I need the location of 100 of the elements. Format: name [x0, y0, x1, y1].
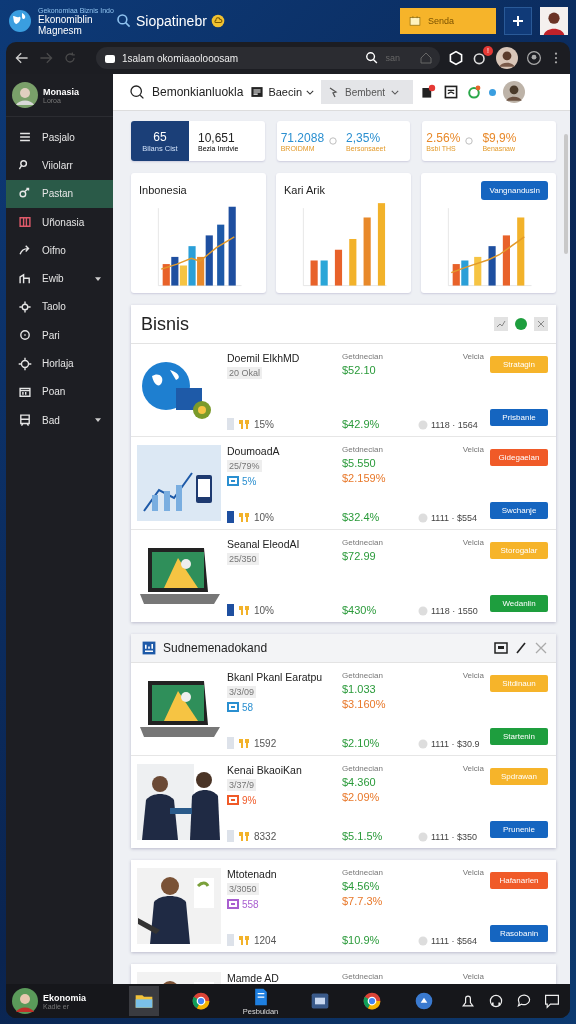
check-icon[interactable]	[494, 317, 508, 331]
column-label: Getdnecian	[342, 445, 384, 454]
stat-text: 1118 · 1550	[431, 606, 478, 616]
action-button[interactable]: Prunenie	[490, 821, 548, 838]
sidebar-item[interactable]: Bad	[6, 405, 113, 435]
stat-text: 1111 · $564	[431, 936, 478, 946]
item-title: Seanal EleodAI	[227, 538, 301, 550]
sidebar-item[interactable]: Pari	[6, 321, 113, 350]
avatar[interactable]	[496, 47, 518, 69]
avatar[interactable]	[503, 81, 526, 103]
user-name: Ekonomia	[43, 992, 86, 1003]
tag-text: 5%	[242, 475, 257, 487]
price-change: $2.159%	[342, 472, 387, 484]
search-label[interactable]: Siopatinebr	[136, 13, 207, 29]
app-icon[interactable]	[414, 991, 434, 1011]
action-button[interactable]: Senda	[400, 8, 496, 34]
home-icon	[420, 52, 432, 64]
board-icon	[18, 413, 32, 428]
column-label: Getdnecian	[342, 972, 384, 981]
total: $5.1.5%	[342, 830, 384, 842]
sidebar-item[interactable]: Uñonasia	[6, 207, 113, 237]
notification-icon[interactable]	[420, 84, 437, 100]
pen-icon[interactable]	[514, 641, 528, 655]
action-button[interactable]: Wedanlin	[490, 595, 548, 612]
section-title: Sudnemenadokand	[163, 641, 268, 655]
column-label: Getdnecian	[342, 671, 384, 680]
sidebar-item[interactable]: Pastan	[6, 179, 113, 208]
radio-icon	[329, 137, 338, 145]
action-button[interactable]: Prisbanie	[490, 409, 548, 426]
browser-icon[interactable]	[190, 991, 211, 1011]
price: $5.550	[342, 457, 377, 469]
bell-icon[interactable]	[460, 993, 476, 1009]
column-label: Getdnecian	[342, 868, 384, 877]
refresh-icon[interactable]	[466, 84, 483, 100]
action-button[interactable]: Startenin	[490, 728, 548, 745]
sidebar-item[interactable]: Viiolarr	[6, 151, 113, 180]
chevron-icon	[391, 89, 400, 95]
action-button[interactable]: Rasobanin	[490, 925, 548, 942]
total: $42.9%	[342, 418, 381, 430]
chat-icon[interactable]	[544, 993, 560, 1009]
scrollbar[interactable]	[564, 134, 568, 254]
lock-icon	[104, 52, 116, 64]
action-button[interactable]: Hafanarlen	[490, 872, 548, 889]
menu-dropdown[interactable]: Baecin	[250, 85, 315, 99]
window-icon[interactable]	[310, 991, 331, 1011]
browser-icon[interactable]	[362, 991, 383, 1011]
tag-text: 558	[242, 898, 259, 910]
item-title: DoumoadA	[227, 445, 281, 457]
avatar[interactable]	[12, 988, 38, 1014]
sidebar-item[interactable]: Horlaja	[6, 349, 113, 378]
action-button[interactable]: Swchanje	[490, 502, 548, 519]
sidebar-item[interactable]: Poan	[6, 377, 113, 406]
item-code: 3/37/9	[227, 779, 257, 791]
url-text: 1salam okomiaaolooosam	[122, 52, 240, 64]
trophy-icon	[238, 737, 250, 749]
window-icon[interactable]	[494, 641, 508, 655]
close-icon[interactable]	[534, 317, 548, 331]
price: $72.99	[342, 550, 377, 562]
circle-icon	[418, 739, 428, 749]
circle-icon	[418, 420, 428, 430]
headset-icon[interactable]	[488, 993, 504, 1009]
sidebar-item[interactable]: Ewib	[6, 264, 113, 293]
price: $4.360	[342, 776, 377, 788]
column-label: Getdnecian	[342, 352, 384, 361]
chart-title: Inbonesia	[139, 184, 187, 196]
avatar[interactable]	[540, 7, 568, 35]
trophy-icon	[238, 604, 250, 616]
price: $52.10	[342, 364, 377, 376]
select-dropdown[interactable]: Bembent	[321, 80, 414, 104]
extension-icon[interactable]	[448, 50, 464, 66]
sidebar-item[interactable]: Taolo	[6, 292, 113, 322]
rating-text: 1204	[254, 934, 277, 946]
stat-value: 2.56%	[426, 130, 461, 145]
stat-value: 65	[153, 129, 167, 144]
chart-button[interactable]: Vangnandusin	[481, 180, 548, 200]
price-change: $7.7.3%	[342, 895, 384, 907]
profile-icon[interactable]	[526, 50, 542, 66]
target-icon	[18, 328, 32, 343]
bell-icon[interactable]	[472, 50, 488, 66]
search-field[interactable]: Bemonkianluokla	[152, 85, 244, 99]
chat-icon[interactable]	[516, 993, 532, 1009]
sidebar-item[interactable]: Oifno	[6, 236, 113, 265]
price-change: $3.160%	[342, 698, 387, 710]
item-title: Bkanl Pkanl Earatpu	[227, 671, 324, 683]
rating-text: 15%	[254, 418, 274, 430]
item-code: 3/3050	[227, 883, 259, 895]
folder-icon[interactable]	[128, 986, 159, 1016]
section-title: Bisnis	[141, 313, 189, 335]
inbox-icon[interactable]	[443, 84, 460, 100]
item-code: 20 Okal	[227, 367, 263, 379]
item-code: 25/79%	[227, 460, 262, 472]
stat-text: 1111 · $350	[431, 832, 478, 842]
sidebar-item[interactable]: Pasjalo	[6, 123, 113, 152]
trophy-icon	[238, 418, 250, 430]
add-button[interactable]	[504, 7, 532, 35]
grid-icon	[18, 215, 32, 230]
list-icon	[250, 85, 265, 99]
action-button[interactable]: Gidegaelan	[490, 449, 548, 466]
back-icon[interactable]	[14, 50, 30, 66]
building-icon	[18, 271, 32, 286]
